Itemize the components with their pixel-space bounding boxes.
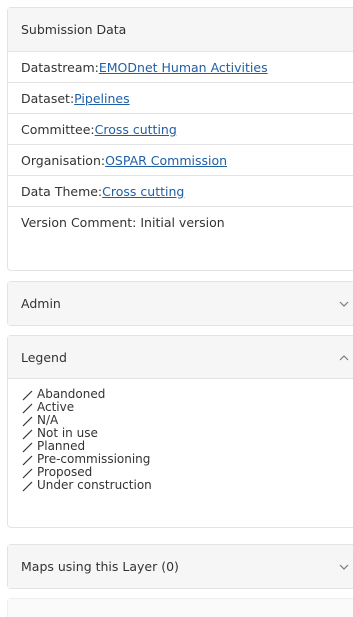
admin-title: Admin — [21, 296, 61, 311]
chevron-up-icon[interactable] — [338, 352, 350, 364]
organisation-link[interactable]: OSPAR Commission — [105, 153, 227, 168]
legend-item: Under construction — [21, 479, 353, 492]
committee-link[interactable]: Cross cutting — [95, 122, 177, 137]
next-card-header — [8, 599, 353, 617]
organisation-row: Organisation: OSPAR Commission — [8, 145, 353, 176]
maps-header[interactable]: Maps using this Layer (0) — [8, 545, 353, 588]
theme-link[interactable]: Cross cutting — [102, 184, 184, 199]
legend-item: Active — [21, 401, 353, 414]
version-comment: Version Comment: Initial version — [21, 215, 225, 230]
legend-title: Legend — [21, 349, 67, 365]
legend-card: Legend Abandoned Active N/A Not in use P… — [7, 335, 353, 528]
chevron-down-icon[interactable] — [338, 561, 350, 573]
admin-header[interactable]: Admin — [8, 282, 353, 325]
theme-row: Data Theme: Cross cutting — [8, 176, 353, 207]
admin-card[interactable]: Admin — [7, 281, 353, 326]
line-icon — [22, 390, 33, 400]
maps-title: Maps using this Layer (0) — [21, 559, 179, 574]
datastream-link[interactable]: EMODnet Human Activities — [99, 60, 268, 75]
submission-data-header: Submission Data — [8, 8, 353, 52]
maps-card[interactable]: Maps using this Layer (0) — [7, 544, 353, 589]
version-comment-row: Version Comment: Initial version — [8, 207, 353, 238]
legend-label: Under construction — [37, 478, 152, 492]
chevron-down-icon[interactable] — [338, 298, 350, 310]
committee-row: Committee: Cross cutting — [8, 114, 353, 145]
line-icon — [22, 403, 33, 413]
legend-body: Abandoned Active N/A Not in use Planned … — [8, 379, 353, 502]
datastream-row: Datastream: EMODnet Human Activities — [8, 52, 353, 83]
dataset-link[interactable]: Pipelines — [74, 91, 129, 106]
datastream-label: Datastream: — [21, 59, 99, 75]
line-icon — [22, 442, 33, 452]
theme-label: Data Theme: — [21, 183, 103, 199]
submission-data-title: Submission Data — [21, 22, 127, 37]
submission-data-card: Submission Data Datastream: EMODnet Huma… — [7, 7, 353, 271]
organisation-label: Organisation: — [21, 152, 106, 168]
line-icon — [22, 429, 33, 439]
line-icon — [22, 481, 33, 491]
page: Submission Data Datastream: EMODnet Huma… — [0, 0, 353, 617]
line-icon — [22, 455, 33, 465]
line-icon — [22, 468, 33, 478]
committee-label: Committee: — [21, 121, 95, 137]
dataset-row: Dataset: Pipelines — [8, 83, 353, 114]
dataset-label: Dataset: — [21, 90, 75, 106]
legend-header[interactable]: Legend — [8, 336, 353, 379]
next-card-partial[interactable] — [7, 598, 353, 617]
line-icon — [22, 416, 33, 426]
